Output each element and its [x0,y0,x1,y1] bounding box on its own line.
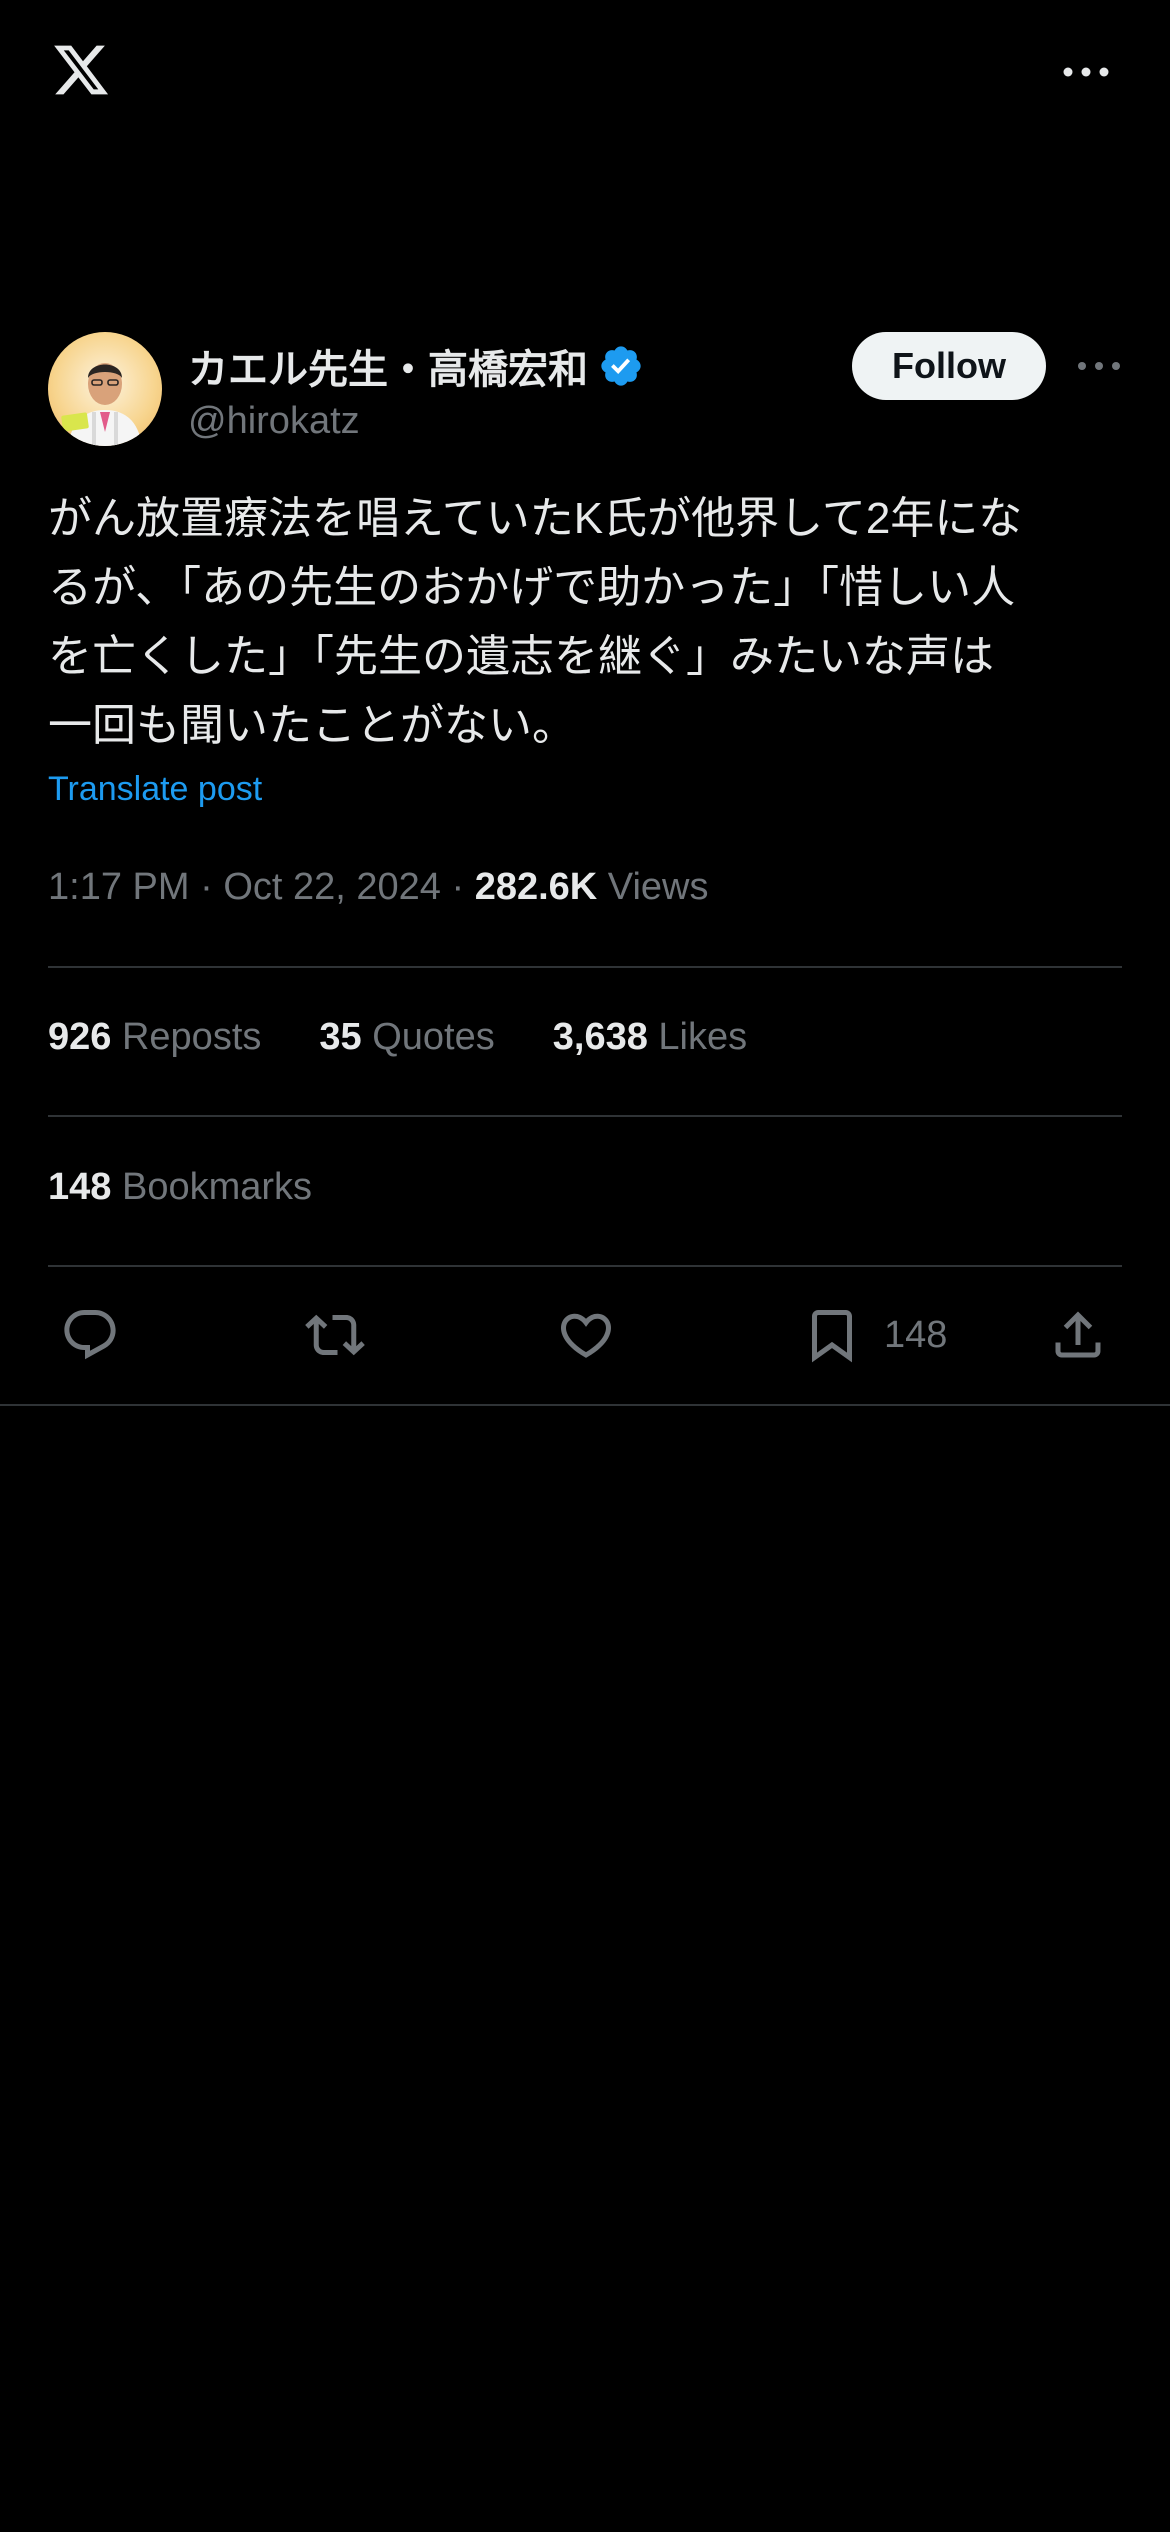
heart-icon [560,1313,612,1358]
post-text-line: を亡くした」「先生の遺志を継ぐ」みたいな声は [48,632,994,681]
quotes-count: 35 [319,1016,362,1058]
follow-button[interactable]: Follow [852,332,1046,400]
post-text-line: るが、「あの先生のおかげで助かった」「惜しい人 [48,563,1016,612]
reposts-count: 926 [48,1016,112,1058]
reposts-label: Reposts [121,1016,262,1058]
reply-icon [64,1310,116,1360]
quotes-label: Quotes [372,1016,495,1058]
reposts-stat[interactable]: 926 Reposts [48,1016,261,1059]
verified-badge-icon [601,346,641,386]
meta-separator: · [200,866,213,908]
likes-count: 3,638 [552,1016,648,1058]
likes-stat[interactable]: 3,638 Likes [553,1016,747,1059]
bookmark-icon [812,1310,852,1363]
more-horizontal-icon[interactable] [1076,354,1122,378]
divider [0,1404,1170,1406]
share-icon [1055,1311,1101,1358]
bookmark-count: 148 [884,1313,948,1356]
author-header: カエル先生・高橋宏和 @hirokatz Follow [48,332,1122,452]
meta-separator: · [451,866,465,908]
post-text-line: 一回も聞いたことがない。 [48,701,576,750]
repost-button[interactable] [305,1305,365,1365]
post-text-line: がん放置療法を唱えていたK氏が他界して2年にな [48,494,1023,543]
bookmarks-label: Bookmarks [121,1166,313,1208]
post-date[interactable]: Oct 22, 2024 [223,866,441,908]
views-label[interactable]: Views [608,866,709,908]
post-time[interactable]: 1:17 PM [48,866,190,908]
post-meta: 1:17 PM · Oct 22, 2024 · 282.6K Views [48,866,708,909]
x-logo-icon[interactable] [48,40,114,100]
bookmarks-stat[interactable]: 148 Bookmarks [48,1166,312,1209]
bookmarks-count: 148 [48,1166,112,1208]
translate-post-link[interactable]: Translate post [48,770,262,809]
name-row: カエル先生・高橋宏和 [188,336,644,396]
more-horizontal-icon[interactable] [1062,60,1110,84]
engagement-stats: 926 Reposts 35 Quotes 3,638 Likes [48,1016,805,1059]
views-count[interactable]: 282.6K [475,866,598,908]
action-bar: 148 [0,1295,1170,1375]
like-button[interactable] [556,1305,616,1365]
share-button[interactable] [1048,1305,1108,1365]
author-display-name[interactable]: カエル先生・高橋宏和 [188,337,588,395]
bookmark-button[interactable]: 148 [802,1305,947,1365]
post-detail-page: カエル先生・高橋宏和 @hirokatz Follow がん放置療法を唱えていた… [0,0,1170,2532]
divider [48,1115,1122,1117]
reply-button[interactable] [60,1305,120,1365]
author-handle[interactable]: @hirokatz [188,400,360,443]
divider [48,1265,1122,1267]
quotes-stat[interactable]: 35 Quotes [319,1016,494,1059]
top-bar [0,0,1170,150]
repost-icon [305,1314,365,1356]
likes-label: Likes [658,1016,748,1058]
avatar[interactable] [48,332,162,446]
divider [48,966,1122,968]
post-text: がん放置療法を唱えていたK氏が他界して2年にな るが、「あの先生のおかげで助かっ… [48,484,1122,760]
